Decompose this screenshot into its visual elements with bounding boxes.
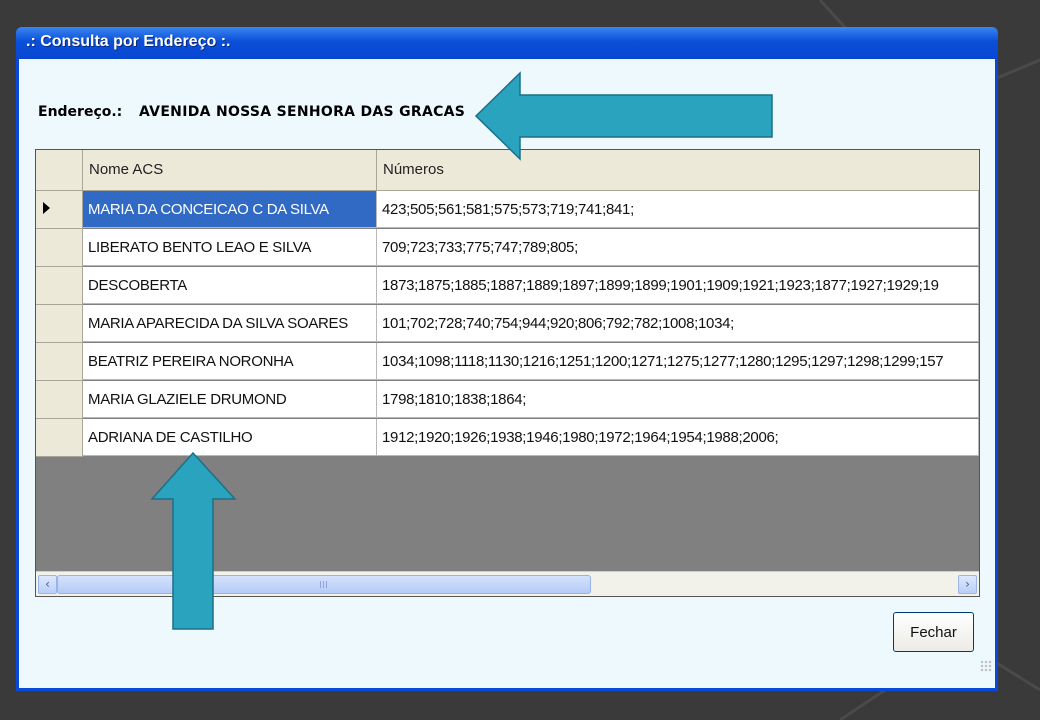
row-pointer-icon <box>43 202 50 214</box>
column-header-numeros[interactable]: Números <box>377 150 979 190</box>
row-header[interactable] <box>36 343 83 381</box>
grid-header-row: Nome ACS Números <box>36 150 979 191</box>
horizontal-scrollbar[interactable]: ‹ › <box>36 571 979 596</box>
table-row[interactable]: BEATRIZ PEREIRA NORONHA 1034;1098;1118;1… <box>36 343 979 381</box>
resize-grip-icon[interactable] <box>980 660 992 672</box>
window-title: .: Consulta por Endereço :. <box>26 33 231 50</box>
window-titlebar[interactable]: .: Consulta por Endereço :. <box>16 27 998 59</box>
grid-corner-header <box>36 150 83 190</box>
cell-numeros[interactable]: 1912;1920;1926;1938;1946;1980;1972;1964;… <box>377 419 979 456</box>
table-row[interactable]: ADRIANA DE CASTILHO 1912;1920;1926;1938;… <box>36 419 979 457</box>
column-header-nome-acs[interactable]: Nome ACS <box>83 150 377 190</box>
row-header[interactable] <box>36 381 83 419</box>
cell-numeros[interactable]: 1798;1810;1838;1864; <box>377 381 979 418</box>
cell-nome-acs[interactable]: LIBERATO BENTO LEAO E SILVA <box>83 229 377 266</box>
row-header[interactable] <box>36 191 83 229</box>
address-label: Endereço.: <box>38 104 123 120</box>
row-header[interactable] <box>36 267 83 305</box>
cell-nome-acs[interactable]: BEATRIZ PEREIRA NORONHA <box>83 343 377 380</box>
cell-nome-acs[interactable]: DESCOBERTA <box>83 267 377 304</box>
table-row[interactable]: LIBERATO BENTO LEAO E SILVA 709;723;733;… <box>36 229 979 267</box>
table-row[interactable]: MARIA GLAZIELE DRUMOND 1798;1810;1838;18… <box>36 381 979 419</box>
cell-numeros[interactable]: 1034;1098;1118;1130;1216;1251;1200;1271;… <box>377 343 979 380</box>
cell-numeros[interactable]: 101;702;728;740;754;944;920;806;792;782;… <box>377 305 979 342</box>
table-row[interactable]: MARIA DA CONCEICAO C DA SILVA 423;505;56… <box>36 191 979 229</box>
fechar-button[interactable]: Fechar <box>893 612 974 652</box>
address-value: AVENIDA NOSSA SENHORA DAS GRACAS <box>139 104 466 120</box>
cell-nome-acs[interactable]: MARIA GLAZIELE DRUMOND <box>83 381 377 418</box>
scroll-left-arrow-icon[interactable]: ‹ <box>38 575 57 594</box>
row-header[interactable] <box>36 305 83 343</box>
cell-nome-acs[interactable]: MARIA APARECIDA DA SILVA SOARES <box>83 305 377 342</box>
row-header[interactable] <box>36 419 83 457</box>
cell-nome-acs[interactable]: ADRIANA DE CASTILHO <box>83 419 377 456</box>
scrollbar-thumb[interactable] <box>57 575 591 594</box>
scrollbar-grip <box>320 581 329 588</box>
cell-nome-acs[interactable]: MARIA DA CONCEICAO C DA SILVA <box>83 191 377 228</box>
cell-numeros[interactable]: 709;723;733;775;747;789;805; <box>377 229 979 266</box>
acs-data-grid[interactable]: Nome ACS Números MARIA DA CONCEICAO C DA… <box>35 149 980 597</box>
cell-numeros[interactable]: 1873;1875;1885;1887;1889;1897;1899;1899;… <box>377 267 979 304</box>
table-row[interactable]: DESCOBERTA 1873;1875;1885;1887;1889;1897… <box>36 267 979 305</box>
scroll-right-arrow-icon[interactable]: › <box>958 575 977 594</box>
cell-numeros[interactable]: 423;505;561;581;575;573;719;741;841; <box>377 191 979 228</box>
table-row[interactable]: MARIA APARECIDA DA SILVA SOARES 101;702;… <box>36 305 979 343</box>
row-header[interactable] <box>36 229 83 267</box>
